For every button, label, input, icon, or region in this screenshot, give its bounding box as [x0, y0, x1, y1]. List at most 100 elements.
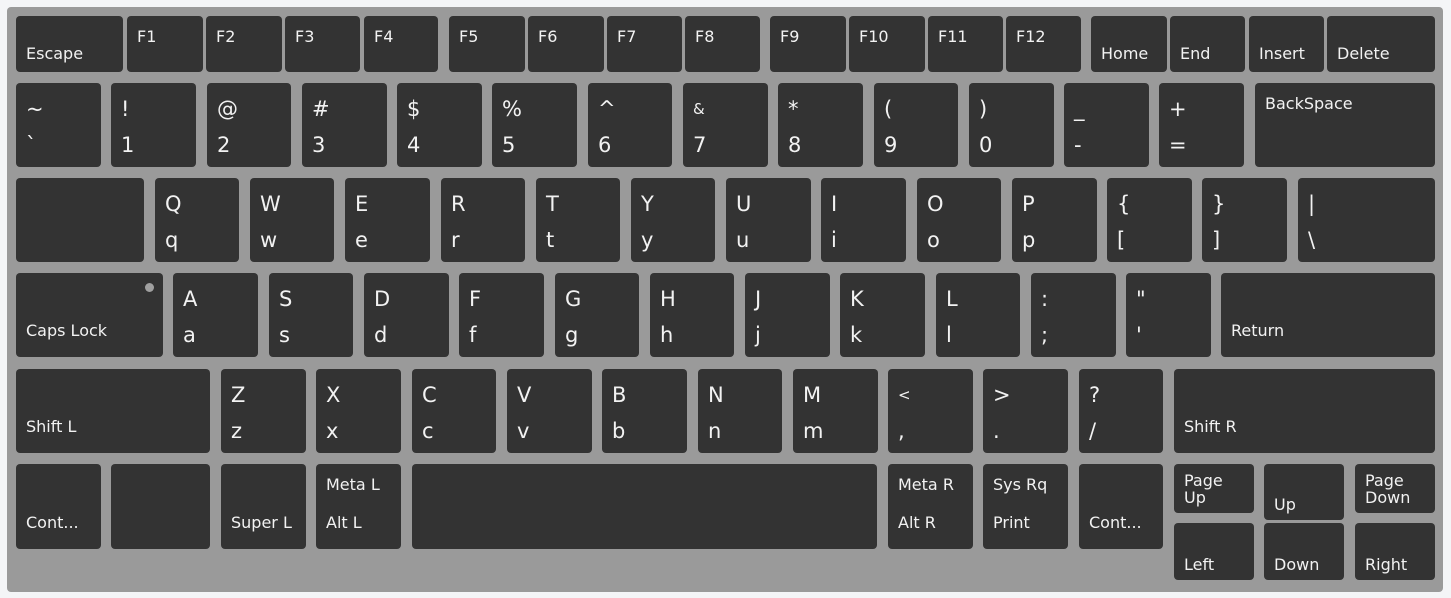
key-shift-label: D [374, 287, 391, 311]
key-right[interactable]: Right [1355, 523, 1435, 580]
key-8[interactable]: * 8 [778, 83, 863, 167]
key-alt-left[interactable]: Meta L Alt L [316, 464, 401, 549]
key-f[interactable]: Ff [459, 273, 544, 357]
key-right-bracket[interactable]: }] [1202, 178, 1287, 262]
key-7[interactable]: & 7 [683, 83, 768, 167]
key-insert[interactable]: Insert [1249, 16, 1324, 72]
key-shift-left[interactable]: Shift L [16, 369, 210, 453]
key-z[interactable]: Zz [221, 369, 306, 453]
key-a[interactable]: Aa [173, 273, 258, 357]
key-u[interactable]: Uu [726, 178, 811, 262]
key-super-left[interactable]: Super L [221, 464, 306, 549]
key-f12[interactable]: F12 [1006, 16, 1081, 72]
key-label: F9 [780, 27, 800, 46]
key-equals[interactable]: + = [1159, 83, 1244, 167]
key-quote[interactable]: " ' [1126, 273, 1211, 357]
key-shift-label: S [279, 287, 293, 311]
key-f10[interactable]: F10 [849, 16, 925, 72]
key-e[interactable]: Ee [345, 178, 430, 262]
key-down[interactable]: Down [1264, 523, 1344, 580]
key-caps-lock[interactable]: Caps Lock [16, 273, 163, 357]
key-space[interactable] [412, 464, 877, 549]
key-k[interactable]: Kk [840, 273, 925, 357]
key-r[interactable]: Rr [441, 178, 525, 262]
key-shift-label: T [546, 192, 559, 216]
key-3[interactable]: #3 [302, 83, 387, 167]
key-w[interactable]: Ww [250, 178, 334, 262]
key-home[interactable]: Home [1091, 16, 1167, 72]
key-base-label: ; [1041, 323, 1049, 347]
key-g[interactable]: Gg [555, 273, 639, 357]
key-f8[interactable]: F8 [685, 16, 760, 72]
key-4[interactable]: $4 [397, 83, 482, 167]
key-slash[interactable]: ? / [1079, 369, 1163, 453]
key-b[interactable]: Bb [602, 369, 687, 453]
key-1[interactable]: ! 1 [111, 83, 196, 167]
key-h[interactable]: Hh [650, 273, 734, 357]
key-shift-label: < [898, 386, 911, 404]
key-return[interactable]: Return [1221, 273, 1435, 357]
key-9[interactable]: (9 [874, 83, 958, 167]
key-x[interactable]: Xx [316, 369, 401, 453]
key-f7[interactable]: F7 [607, 16, 682, 72]
key-f4[interactable]: F4 [364, 16, 438, 72]
key-control-right[interactable]: Cont... [1079, 464, 1163, 549]
key-c[interactable]: Cc [412, 369, 496, 453]
key-escape[interactable]: Escape [16, 16, 123, 72]
key-p[interactable]: Pp [1012, 178, 1097, 262]
key-left-bracket[interactable]: {[ [1107, 178, 1192, 262]
key-base-label: j [755, 323, 761, 347]
key-f6[interactable]: F6 [528, 16, 604, 72]
key-shift-label: * [788, 97, 799, 121]
key-o[interactable]: Oo [917, 178, 1001, 262]
key-m[interactable]: Mm [793, 369, 878, 453]
key-shift-right[interactable]: Shift R [1174, 369, 1435, 453]
key-print[interactable]: Sys Rq Print [983, 464, 1068, 549]
key-shift-label: Y [641, 192, 654, 216]
key-label: Down [1274, 555, 1320, 574]
key-v[interactable]: Vv [507, 369, 592, 453]
key-base-label: f [469, 323, 477, 347]
key-left[interactable]: Left [1174, 523, 1254, 580]
key-backspace[interactable]: BackSpace [1255, 83, 1435, 167]
key-f1[interactable]: F1 [127, 16, 203, 72]
key-end[interactable]: End [1170, 16, 1245, 72]
key-tab[interactable] [16, 178, 144, 262]
key-l[interactable]: Ll [936, 273, 1020, 357]
key-period[interactable]: >. [983, 369, 1068, 453]
key-base-label: b [612, 419, 626, 443]
key-blank[interactable] [111, 464, 210, 549]
key-page-up[interactable]: Page Up [1174, 464, 1254, 513]
key-control-left[interactable]: Cont... [16, 464, 101, 549]
key-alt-right[interactable]: Meta R Alt R [888, 464, 973, 549]
key-f5[interactable]: F5 [449, 16, 525, 72]
key-q[interactable]: Qq [155, 178, 239, 262]
key-grave[interactable]: ~ ` [16, 83, 101, 167]
key-shift-label: M [803, 383, 822, 407]
key-f2[interactable]: F2 [206, 16, 282, 72]
key-semicolon[interactable]: :; [1031, 273, 1116, 357]
key-comma[interactable]: <, [888, 369, 973, 453]
key-s[interactable]: Ss [269, 273, 353, 357]
key-i[interactable]: Ii [821, 178, 906, 262]
key-shift-label: W [260, 192, 281, 216]
key-delete[interactable]: Delete [1327, 16, 1435, 72]
key-up[interactable]: Up [1264, 464, 1344, 520]
key-d[interactable]: Dd [364, 273, 449, 357]
key-f9[interactable]: F9 [770, 16, 846, 72]
key-page-down[interactable]: Page Down [1355, 464, 1435, 513]
key-shift-label: Z [231, 383, 246, 407]
key-base-label: a [183, 323, 196, 347]
key-5[interactable]: % 5 [492, 83, 577, 167]
key-n[interactable]: Nn [698, 369, 782, 453]
key-f3[interactable]: F3 [285, 16, 360, 72]
key-f11[interactable]: F11 [928, 16, 1003, 72]
key-minus[interactable]: _ - [1064, 83, 1149, 167]
key-y[interactable]: Yy [631, 178, 715, 262]
key-t[interactable]: Tt [536, 178, 620, 262]
key-backslash[interactable]: | \ [1298, 178, 1435, 262]
key-2[interactable]: @2 [207, 83, 291, 167]
key-0[interactable]: ) 0 [969, 83, 1054, 167]
key-6[interactable]: ^ 6 [588, 83, 672, 167]
key-j[interactable]: Jj [745, 273, 830, 357]
